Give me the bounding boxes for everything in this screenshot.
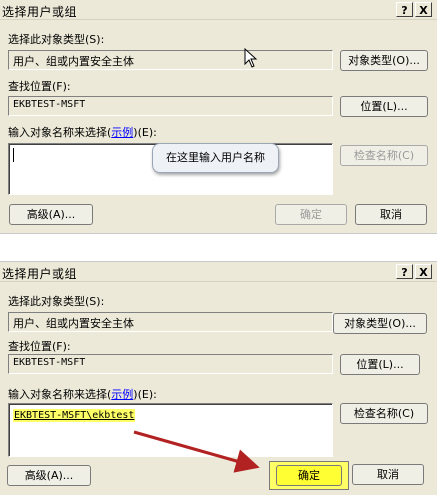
ok-button[interactable]: 确定: [276, 465, 342, 486]
arrow-annotation-icon: [133, 430, 260, 473]
locations-button[interactable]: 位置(L)...: [340, 354, 420, 375]
object-type-label: 选择此对象类型(S):: [8, 295, 105, 308]
select-users-dialog-filled: 选择用户或组 ? X 选择此对象类型(S): 用户、组或内置安全主体 对象类型(…: [0, 262, 437, 495]
mouse-pointer-icon: [244, 48, 258, 68]
ok-button-highlight: 确定: [269, 461, 349, 490]
help-button[interactable]: ?: [396, 2, 413, 17]
object-type-label: 选择此对象类型(S):: [8, 33, 105, 46]
object-types-button[interactable]: 对象类型(O)...: [340, 50, 428, 71]
close-button[interactable]: X: [415, 2, 432, 17]
help-button[interactable]: ?: [396, 264, 413, 279]
title-bar: 选择用户或组 ? X: [0, 0, 437, 20]
dialog-title: 选择用户或组: [2, 267, 78, 281]
object-type-field: 用户、组或内置安全主体: [8, 50, 333, 70]
locations-button[interactable]: 位置(L)...: [340, 96, 428, 117]
location-field: EKBTEST-MSFT: [8, 96, 333, 116]
names-label: 输入对象名称来选择(示例)(E):: [8, 388, 157, 401]
close-button[interactable]: X: [415, 264, 432, 279]
check-names-button[interactable]: 检查名称(C): [340, 145, 428, 166]
advanced-button[interactable]: 高级(A)...: [9, 204, 93, 225]
cancel-button[interactable]: 取消: [352, 464, 424, 485]
dialog-title: 选择用户或组: [2, 5, 78, 19]
examples-link[interactable]: 示例: [111, 126, 133, 139]
title-bar: 选择用户或组 ? X: [0, 262, 437, 282]
ok-button[interactable]: 确定: [275, 204, 347, 225]
object-type-field: 用户、组或内置安全主体: [8, 312, 333, 332]
examples-link[interactable]: 示例: [111, 388, 133, 401]
object-types-button[interactable]: 对象类型(O)...: [333, 313, 427, 334]
cancel-button[interactable]: 取消: [355, 204, 427, 225]
advanced-button[interactable]: 高级(A)...: [7, 465, 91, 486]
check-names-button[interactable]: 检查名称(C): [340, 403, 428, 424]
location-label: 查找位置(F):: [8, 340, 71, 353]
select-users-dialog-empty: 选择用户或组 ? X 选择此对象类型(S): 用户、组或内置安全主体 对象类型(…: [0, 0, 437, 233]
hint-callout: 在这里输入用户名称: [152, 143, 279, 173]
names-label: 输入对象名称来选择(示例)(E):: [8, 126, 157, 139]
location-field: EKBTEST-MSFT: [8, 354, 333, 374]
entered-object-name: EKBTEST-MSFT\ekbtest: [13, 409, 136, 422]
text-caret: [13, 148, 14, 162]
location-label: 查找位置(F):: [8, 80, 71, 93]
separator: [0, 233, 437, 262]
